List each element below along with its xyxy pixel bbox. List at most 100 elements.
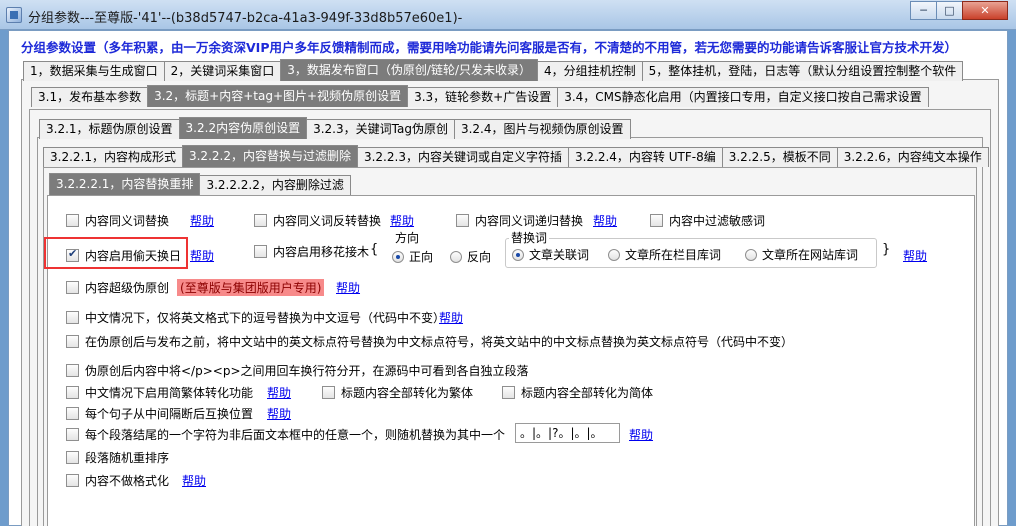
- tab-keywords[interactable]: 2，关键词采集窗口: [163, 61, 282, 81]
- antonym-option[interactable]: 内容同义词反转替换: [254, 212, 381, 229]
- sensitive-option[interactable]: 内容中过滤敏感词: [650, 212, 765, 229]
- title-simp-checkbox[interactable]: [502, 386, 515, 399]
- tab-plaintext[interactable]: 3.2.2.6，内容纯文本操作: [836, 147, 989, 167]
- antonym-checkbox[interactable]: [254, 214, 267, 227]
- tab-pseudo-original[interactable]: 3.2，标题+内容+tag+图片+视频伪原创设置: [147, 85, 409, 107]
- swap-option[interactable]: 每个句子从中间隔断后互换位置: [66, 405, 253, 422]
- tab-publish-basic[interactable]: 3.1，发布基本参数: [31, 87, 149, 107]
- direction-reverse[interactable]: 反向: [450, 248, 491, 265]
- tab-media-pseudo[interactable]: 3.2.4，图片与视频伪原创设置: [453, 119, 631, 139]
- recursive-checkbox[interactable]: [456, 214, 469, 227]
- graft-label: 内容启用移花接木: [273, 245, 370, 259]
- tab-utf8[interactable]: 3.2.2.4，内容转 UTF-8编: [567, 147, 723, 167]
- sensitive-checkbox[interactable]: [650, 214, 663, 227]
- steal-option[interactable]: 内容启用偷天换日: [66, 247, 181, 264]
- swap-checkbox[interactable]: [66, 407, 79, 420]
- maximize-button[interactable]: □: [936, 1, 963, 20]
- tab-content-form[interactable]: 3.2.2.1，内容构成形式: [43, 147, 183, 167]
- close-button[interactable]: ✕: [962, 1, 1008, 20]
- replace-opt1[interactable]: 文章关联词: [512, 246, 589, 263]
- recursive-help-link[interactable]: 帮助: [593, 212, 617, 229]
- replace-words-label: 替换词: [509, 229, 550, 246]
- banner-text: 分组参数设置（多年积累，由一万余资深VIP用户多年反馈精制而成，需要用啥功能请先…: [21, 40, 957, 55]
- steal-help-link[interactable]: 帮助: [190, 247, 214, 264]
- steal-label: 内容启用偷天换日: [85, 249, 182, 263]
- tab-publish[interactable]: 3，数据发布窗口（伪原创/链轮/只发未收录）: [280, 59, 539, 81]
- window-controls: ─ □ ✕: [910, 1, 1008, 20]
- super-checkbox[interactable]: [66, 281, 79, 294]
- synonym-help-link[interactable]: 帮助: [190, 212, 214, 229]
- tabs-level4: 3.2.2.1，内容构成形式 3.2.2.2，内容替换与过滤删除 3.2.2.3…: [43, 145, 989, 167]
- punct-label: 在伪原创后与发布之前，将中文站中的英文标点符号替换为中文标点符号，将英文站中的中…: [85, 335, 794, 349]
- recursive-option[interactable]: 内容同义词递归替换: [456, 212, 583, 229]
- tab-template[interactable]: 3.2.2.5，模板不同: [721, 147, 838, 167]
- opt3-label: 文章所在网站库词: [762, 248, 859, 262]
- minimize-button[interactable]: ─: [910, 1, 937, 20]
- shuffle-label: 段落随机重排序: [85, 451, 170, 465]
- graft-brace-open: {: [370, 242, 379, 257]
- para-option[interactable]: 伪原创后内容中将</p><p>之间用回车换行符分开，在源码中可看到各自独立段落: [66, 362, 529, 379]
- title-trad-checkbox[interactable]: [322, 386, 335, 399]
- sensitive-label: 内容中过滤敏感词: [669, 214, 766, 228]
- tab-delete-filter[interactable]: 3.2.2.2.2，内容删除过滤: [199, 175, 351, 195]
- replace-opt3[interactable]: 文章所在网站库词: [745, 246, 858, 263]
- comma-checkbox[interactable]: [66, 311, 79, 324]
- noformat-help-link[interactable]: 帮助: [182, 472, 206, 489]
- super-help-link[interactable]: 帮助: [336, 279, 360, 296]
- direction-forward[interactable]: 正向: [392, 248, 433, 265]
- comma-help-link[interactable]: 帮助: [439, 309, 463, 326]
- tab-cms-static[interactable]: 3.4，CMS静态化启用（内置接口专用，自定义接口按自己需求设置: [557, 87, 929, 107]
- graft-brace-close: }: [882, 242, 891, 257]
- noformat-option[interactable]: 内容不做格式化: [66, 472, 169, 489]
- antonym-help-link[interactable]: 帮助: [390, 212, 414, 229]
- reverse-radio[interactable]: [450, 250, 462, 263]
- synonym-checkbox[interactable]: [66, 214, 79, 227]
- tab-tag-pseudo[interactable]: 3.2.3，关键词Tag伪原创: [306, 119, 455, 139]
- opt1-label: 文章关联词: [529, 248, 590, 262]
- lastchar-option[interactable]: 每个段落结尾的一个字符为非后面文本框中的任意一个，则随机替换为其中一个: [66, 426, 505, 443]
- punct-option[interactable]: 在伪原创后与发布之前，将中文站中的英文标点符号替换为中文标点符号，将英文站中的中…: [66, 333, 793, 350]
- opt2-label: 文章所在栏目库词: [625, 248, 722, 262]
- forward-radio[interactable]: [392, 250, 404, 263]
- steal-checkbox[interactable]: [66, 247, 79, 262]
- tab-replace-reorder[interactable]: 3.2.2.2.1，内容替换重排: [49, 173, 201, 195]
- trad-help-link[interactable]: 帮助: [267, 384, 291, 401]
- tab-global[interactable]: 5，整体挂机，登陆，日志等（默认分组设置控制整个软件: [641, 61, 964, 81]
- synonym-option[interactable]: 内容同义词替换: [66, 212, 169, 229]
- para-checkbox[interactable]: [66, 364, 79, 377]
- title-simp-option[interactable]: 标题内容全部转化为简体: [502, 384, 653, 401]
- graft-checkbox[interactable]: [254, 245, 267, 258]
- super-option[interactable]: 内容超级伪原创 (至尊版与集团版用户专用): [66, 279, 325, 296]
- super-label: 内容超级伪原创: [85, 281, 170, 295]
- shuffle-option[interactable]: 段落随机重排序: [66, 449, 169, 466]
- para-label: 伪原创后内容中将</p><p>之间用回车换行符分开，在源码中可看到各自独立段落: [85, 364, 529, 378]
- tab-links-ads[interactable]: 3.3，链轮参数+广告设置: [407, 87, 559, 107]
- opt1-radio[interactable]: [512, 248, 524, 261]
- graft-help-link[interactable]: 帮助: [903, 247, 927, 264]
- lastchar-checkbox[interactable]: [66, 428, 79, 441]
- graft-option[interactable]: 内容启用移花接木: [254, 243, 369, 260]
- shuffle-checkbox[interactable]: [66, 451, 79, 464]
- tab-insert[interactable]: 3.2.2.3，内容关键词或自定义字符插: [356, 147, 569, 167]
- tabs-level3: 3.2.1，标题伪原创设置 3.2.2内容伪原创设置 3.2.3，关键词Tag伪…: [39, 117, 631, 139]
- tab-group-control[interactable]: 4，分组挂机控制: [537, 61, 643, 81]
- opt2-radio[interactable]: [608, 248, 620, 261]
- replace-opt2[interactable]: 文章所在栏目库词: [608, 246, 721, 263]
- opt3-radio[interactable]: [745, 248, 757, 261]
- comma-option[interactable]: 中文情况下，仅将英文格式下的逗号替换为中文逗号（代码中不变）: [66, 309, 445, 326]
- tab-replace-filter[interactable]: 3.2.2.2，内容替换与过滤删除: [181, 145, 358, 167]
- super-warning-badge: (至尊版与集团版用户专用): [177, 279, 325, 296]
- tab-content-pseudo[interactable]: 3.2.2内容伪原创设置: [178, 117, 308, 139]
- noformat-checkbox[interactable]: [66, 474, 79, 487]
- tab-title-pseudo[interactable]: 3.2.1，标题伪原创设置: [39, 119, 180, 139]
- swap-help-link[interactable]: 帮助: [267, 405, 291, 422]
- forward-label: 正向: [409, 250, 434, 264]
- trad-checkbox[interactable]: [66, 386, 79, 399]
- title-trad-option[interactable]: 标题内容全部转化为繁体: [322, 384, 473, 401]
- tab-collect[interactable]: 1，数据采集与生成窗口: [23, 61, 165, 81]
- punct-checkbox[interactable]: [66, 335, 79, 348]
- trad-label: 中文情况下启用简繁体转化功能: [85, 386, 254, 400]
- lastchar-input[interactable]: 。|。|?。|。|。: [515, 423, 620, 443]
- trad-option[interactable]: 中文情况下启用简繁体转化功能: [66, 384, 253, 401]
- lastchar-help-link[interactable]: 帮助: [629, 426, 653, 443]
